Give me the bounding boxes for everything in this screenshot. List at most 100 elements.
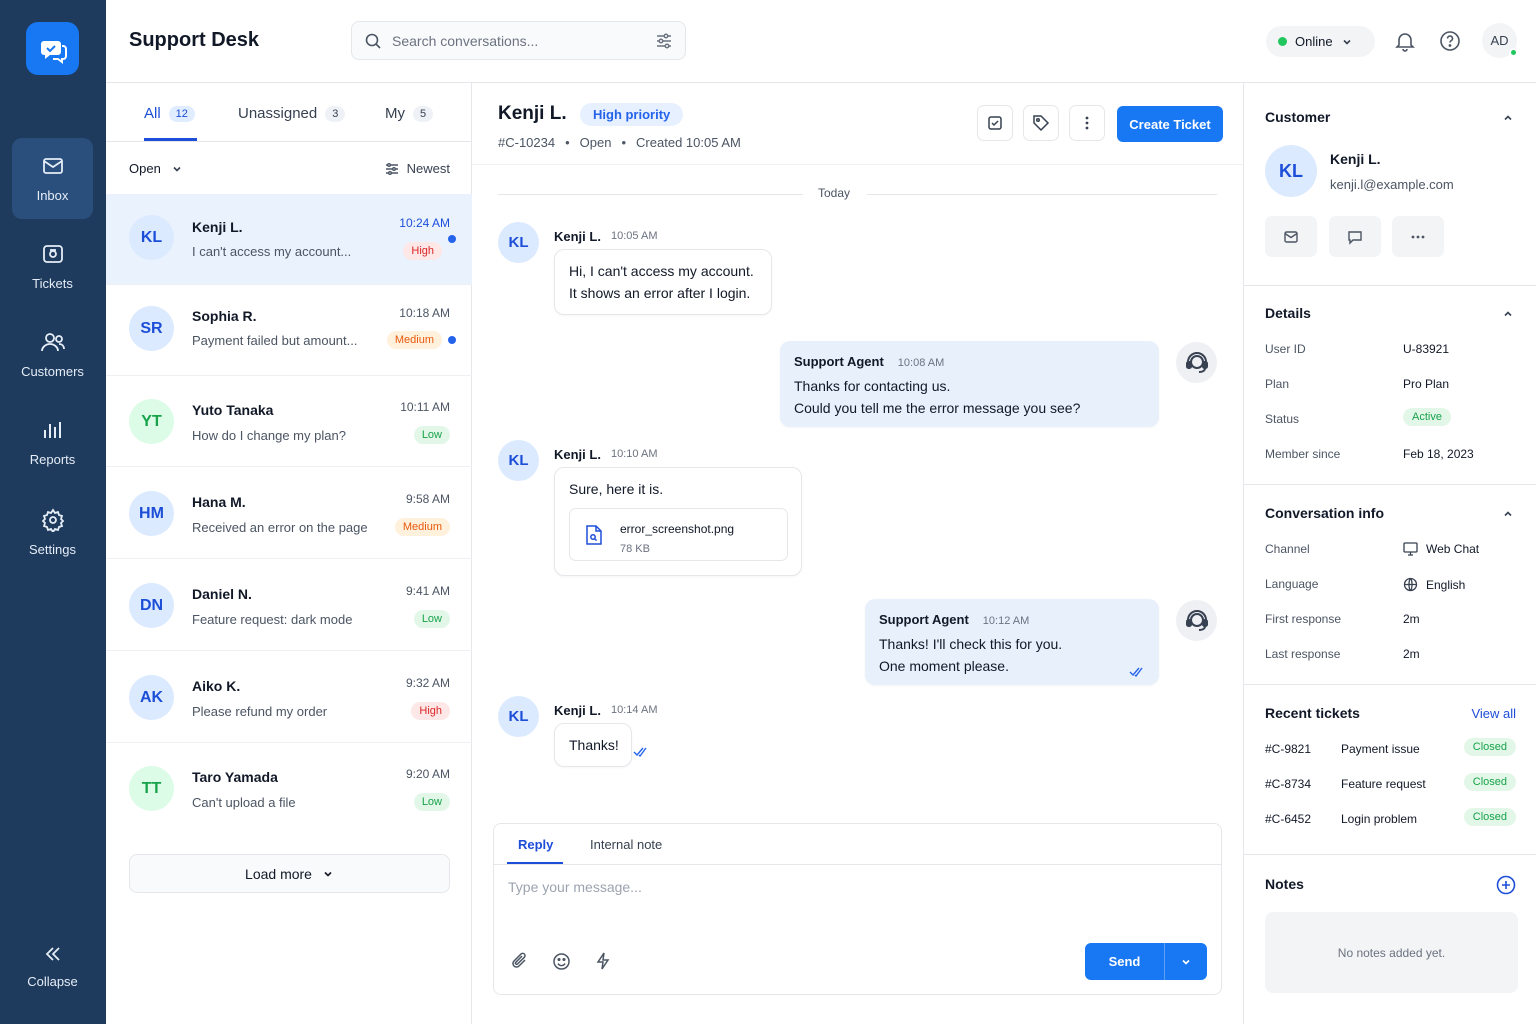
- ticket-id[interactable]: #C-8734: [1265, 777, 1311, 791]
- chevron-up-icon[interactable]: [1502, 308, 1514, 320]
- paperclip-icon[interactable]: [511, 952, 529, 970]
- chevron-up-icon[interactable]: [1502, 112, 1514, 124]
- ticket-status-badge: Closed: [1463, 808, 1516, 826]
- file-icon: [586, 525, 602, 545]
- tab-internal-note[interactable]: Internal note: [590, 837, 662, 852]
- sidebar-item-tickets[interactable]: Tickets: [12, 226, 93, 307]
- chevron-down-icon: [173, 166, 181, 172]
- tag-button[interactable]: [1023, 105, 1059, 141]
- collapse-button[interactable]: Collapse: [12, 926, 93, 1007]
- tab-label: Unassigned: [238, 105, 318, 122]
- message-line: One moment please.: [879, 658, 1009, 674]
- info-label: Language: [1265, 577, 1319, 591]
- notes-empty-state: No notes added yet.: [1265, 912, 1518, 993]
- conversation-time: 9:20 AM: [405, 767, 450, 781]
- tab-all[interactable]: All 12: [144, 105, 195, 122]
- conversation-item[interactable]: KL Kenji L. I can't access my account...…: [106, 194, 472, 285]
- day-divider: Today: [818, 186, 851, 200]
- ticket-subject: Feature request: [1341, 777, 1426, 791]
- sort-sliders-icon: [385, 162, 398, 175]
- sidebar-item-label: Reports: [29, 452, 76, 467]
- filter-sliders-icon[interactable]: [655, 32, 673, 50]
- attachment-size: 78 KB: [620, 543, 650, 555]
- message-time: 10:14 AM: [611, 704, 658, 716]
- load-more-button[interactable]: Load more: [129, 854, 450, 893]
- email-customer-button[interactable]: [1265, 216, 1317, 257]
- add-note-icon[interactable]: [1496, 875, 1516, 895]
- conversation-item[interactable]: TT Taro Yamada Can't upload a file 9:20 …: [106, 744, 472, 835]
- users-icon: [40, 333, 65, 352]
- conversation-name: Aiko K.: [192, 678, 241, 694]
- chevron-up-icon[interactable]: [1502, 508, 1514, 520]
- search-input[interactable]: [392, 32, 645, 49]
- info-label: Channel: [1265, 542, 1310, 556]
- message-line: Thanks for contacting us.: [794, 378, 951, 394]
- chat-header: Kenji L. High priority #C-10234 • Open •…: [472, 83, 1243, 165]
- mark-resolved-button[interactable]: [977, 105, 1013, 141]
- user-avatar[interactable]: AD: [1482, 23, 1518, 58]
- tab-count: 3: [325, 105, 346, 122]
- view-all-link[interactable]: View all: [1471, 706, 1516, 721]
- send-button[interactable]: Send: [1085, 943, 1165, 980]
- detail-value: Pro Plan: [1403, 377, 1450, 391]
- detail-label: Member since: [1265, 447, 1341, 461]
- message-line: Thanks!: [569, 737, 619, 753]
- conversation-item[interactable]: DN Daniel N. Feature request: dark mode …: [106, 560, 472, 651]
- ticket-id[interactable]: #C-6452: [1265, 812, 1311, 826]
- message-sender: Kenji L.: [554, 447, 601, 462]
- sort-dropdown[interactable]: Newest: [385, 161, 450, 176]
- info-value: 2m: [1403, 612, 1420, 626]
- search-box[interactable]: [351, 21, 686, 60]
- day-divider-line: [867, 194, 1217, 195]
- conversation-item[interactable]: SR Sophia R. Payment failed but amount..…: [106, 285, 472, 376]
- conversation-preview: How do I change my plan?: [192, 428, 346, 443]
- app-sidebar: Inbox Tickets Customers Reports Settings…: [0, 0, 106, 1024]
- filter-row: Open Newest: [106, 142, 472, 194]
- sidebar-item-label: Customers: [21, 364, 84, 379]
- section-divider: [1244, 684, 1536, 685]
- unread-dot: [448, 235, 456, 243]
- message-input[interactable]: [508, 879, 1198, 895]
- info-label: Last response: [1265, 647, 1341, 661]
- status-filter-dropdown[interactable]: Open: [129, 161, 183, 176]
- tab-unassigned[interactable]: Unassigned 3: [238, 105, 346, 122]
- status-badge: Active: [1403, 408, 1451, 426]
- sidebar-item-settings[interactable]: Settings: [12, 492, 93, 573]
- app-logo[interactable]: [26, 22, 79, 75]
- avatar: SR: [129, 306, 174, 351]
- sidebar-item-inbox[interactable]: Inbox: [12, 138, 93, 219]
- attachment-file[interactable]: error_screenshot.png 78 KB: [569, 508, 788, 561]
- active-tab-indicator: [144, 138, 197, 141]
- tab-reply[interactable]: Reply: [518, 837, 553, 852]
- status-filter-label: Open: [129, 161, 161, 176]
- lightning-icon[interactable]: [595, 951, 611, 971]
- section-divider: [1244, 854, 1536, 855]
- create-ticket-button[interactable]: Create Ticket: [1117, 106, 1223, 142]
- tab-my[interactable]: My 5: [385, 105, 434, 122]
- ticket-status-badge: Closed: [1463, 773, 1516, 791]
- sidebar-item-reports[interactable]: Reports: [12, 402, 93, 483]
- sidebar-item-customers[interactable]: Customers: [12, 314, 93, 395]
- more-horizontal-icon: [1411, 235, 1425, 238]
- conversation-item[interactable]: YT Yuto Tanaka How do I change my plan? …: [106, 376, 472, 467]
- emoji-icon[interactable]: [552, 952, 571, 971]
- message-time: 10:10 AM: [611, 448, 658, 460]
- send-options-button[interactable]: [1165, 943, 1207, 980]
- help-icon[interactable]: [1439, 30, 1461, 52]
- more-actions-button[interactable]: [1392, 216, 1444, 257]
- bell-icon[interactable]: [1394, 30, 1416, 52]
- conversation-name: Daniel N.: [192, 586, 252, 602]
- status-dropdown[interactable]: Online: [1266, 26, 1375, 57]
- more-options-button[interactable]: [1069, 105, 1105, 141]
- chevrons-left-icon: [45, 947, 60, 961]
- chat-customer-button[interactable]: [1329, 216, 1381, 257]
- agent-avatar: [1176, 600, 1217, 641]
- conversation-item[interactable]: AK Aiko K. Please refund my order 9:32 A…: [106, 652, 472, 743]
- meta-separator: •: [565, 135, 570, 150]
- detail-value: U-83921: [1403, 342, 1450, 356]
- detail-label: User ID: [1265, 342, 1306, 356]
- ticket-id[interactable]: #C-9821: [1265, 742, 1311, 756]
- top-bar: Support Desk Online AD: [106, 0, 1536, 83]
- conversation-item[interactable]: HM Hana M. Received an error on the page…: [106, 468, 472, 559]
- ticket-subject: Payment issue: [1341, 742, 1420, 756]
